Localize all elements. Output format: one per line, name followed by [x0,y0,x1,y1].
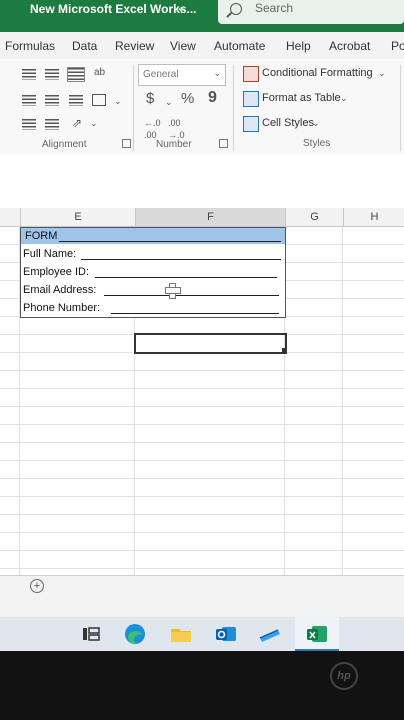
form-label-full-name[interactable]: Full Name: [23,248,76,260]
chevron-down-icon[interactable]: ⌄ [165,96,173,108]
tab-power[interactable]: Po [391,39,404,53]
increase-decimal-icon[interactable]: ←.0.00 [144,117,161,141]
outlook-icon[interactable] [213,621,239,647]
search-input[interactable]: Search [218,0,404,24]
divider [233,65,234,151]
workbook-title[interactable]: New Microsoft Excel Works... [30,2,197,16]
dialog-launcher-icon[interactable] [219,139,228,148]
align-center-icon[interactable] [45,95,59,106]
wrap-text-icon[interactable]: ab [94,67,105,79]
column-header-e[interactable]: E [20,208,135,227]
align-middle-icon[interactable] [45,69,59,80]
number-format-select[interactable]: General ⌄ [138,64,226,86]
tab-data[interactable]: Data [72,39,97,53]
tab-help[interactable]: Help [286,39,311,53]
form-header-underline [59,241,281,242]
conditional-formatting-icon [243,66,259,82]
form-label-employee-id[interactable]: Employee ID: [23,266,89,278]
column-header-h[interactable]: H [343,208,404,227]
align-bottom-icon[interactable] [67,67,85,82]
chevron-down-icon[interactable]: ⌄ [114,95,122,107]
excel-icon[interactable] [304,621,330,647]
chevron-down-icon[interactable]: ⌄ [312,117,320,129]
snipping-tool-icon[interactable] [257,621,283,647]
chevron-down-icon[interactable]: ⌄ [340,92,348,104]
align-right-icon[interactable] [69,95,83,106]
chevron-down-icon[interactable]: ⌄ [378,67,386,79]
chevron-down-icon[interactable]: ⌄ [176,0,186,14]
fill-handle[interactable] [282,348,286,352]
decrease-indent-icon[interactable] [22,119,36,130]
hp-logo: hp [330,662,358,690]
cell-cursor-icon [165,283,181,299]
percent-button[interactable]: % [181,91,194,106]
task-view-icon[interactable] [78,621,104,647]
column-header-g[interactable]: G [285,208,343,227]
tab-review[interactable]: Review [115,39,154,53]
align-top-icon[interactable] [22,69,36,80]
taskbar [0,617,404,651]
status-bar [0,597,404,617]
tab-view[interactable]: View [170,39,196,53]
decrease-decimal-icon[interactable]: .00 →.0 [168,117,185,141]
conditional-formatting-button[interactable]: Conditional Formatting [262,67,373,79]
ribbon-tabs: Formulas Data Review View Automate Help … [0,32,404,59]
alignment-group-label: Alignment [42,139,87,150]
search-placeholder: Search [255,1,294,15]
divider [133,65,134,151]
comma-style-button[interactable]: 9 [208,90,217,106]
form-label-email-address[interactable]: Email Address: [23,284,96,296]
input-line [111,313,279,314]
selected-cell[interactable] [134,333,287,354]
form-block: FORM Full Name: Employee ID: Email Addre… [20,227,286,318]
cell-styles-button[interactable]: Cell Styles [262,117,314,129]
form-header-cell[interactable]: FORM [21,228,285,244]
form-label-phone-number[interactable]: Phone Number: [23,302,100,314]
column-header-f[interactable]: F [135,208,285,227]
orientation-icon[interactable]: ⇗ [72,117,82,129]
number-format-value: General [143,69,179,80]
tab-formulas[interactable]: Formulas [5,39,55,53]
number-group-label: Number [156,139,192,150]
tab-acrobat[interactable]: Acrobat [329,39,370,53]
sheet-tabs-bar: + [0,575,404,598]
input-line [95,277,277,278]
chevron-down-icon: ⌄ [213,68,221,78]
column-header[interactable] [0,208,20,227]
currency-button[interactable]: $ [146,91,154,106]
styles-group-label: Styles [303,138,331,149]
edge-browser-icon[interactable] [122,621,148,647]
chevron-down-icon[interactable]: ⌄ [90,117,98,129]
ribbon: ab ⌄ ⇗ ⌄ Alignment General ⌄ $ ⌄ % 9 ←.0… [0,59,404,156]
file-explorer-icon[interactable] [168,621,194,647]
dialog-launcher-icon[interactable] [122,139,131,148]
title-bar: New Microsoft Excel Works... ⌄ Search [0,0,404,32]
merge-center-icon[interactable] [92,94,106,106]
add-sheet-button[interactable]: + [30,579,44,593]
search-icon [230,3,242,15]
format-as-table-button[interactable]: Format as Table [262,92,341,104]
format-as-table-icon [243,91,259,107]
gridline [342,227,343,575]
tab-automate[interactable]: Automate [214,39,265,53]
input-line [81,259,281,260]
align-left-icon[interactable] [22,95,36,106]
cell-styles-icon [243,116,259,132]
increase-indent-icon[interactable] [45,119,59,130]
divider [400,65,401,151]
form-header: FORM [25,230,58,242]
formula-bar-area [0,155,404,209]
input-line [104,295,279,296]
